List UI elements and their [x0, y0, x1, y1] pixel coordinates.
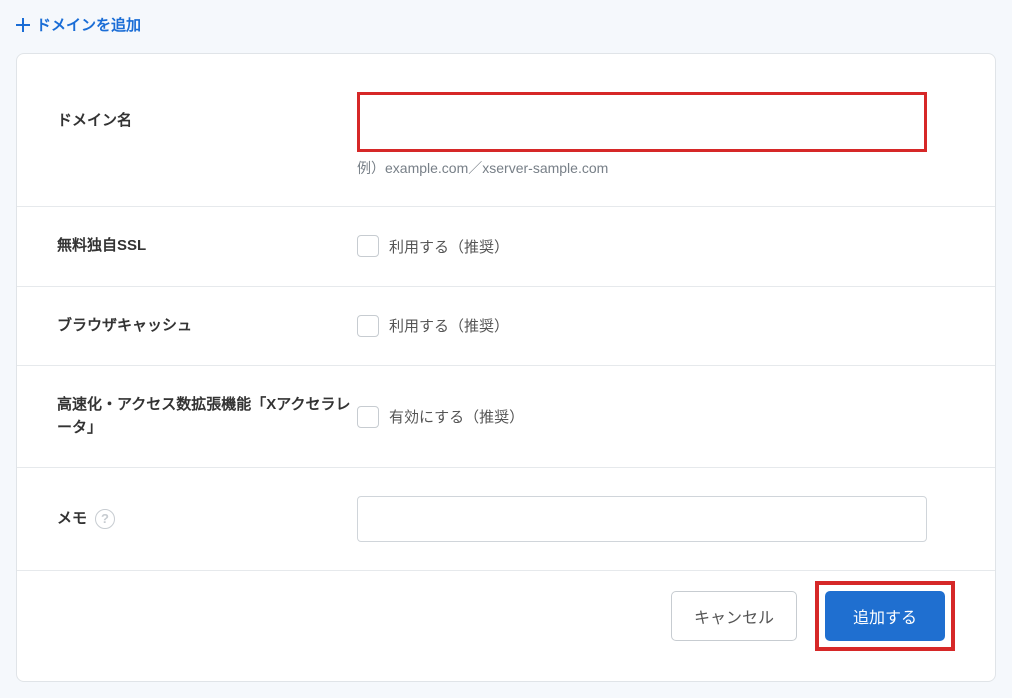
domain-row: ドメイン名 例）example.com／xserver-sample.com: [17, 64, 995, 207]
memo-row: メモ ?: [17, 468, 995, 571]
browser-cache-checkbox[interactable]: 利用する（推奨）: [357, 315, 955, 337]
button-row: キャンセル 追加する: [17, 571, 995, 651]
plus-icon: [16, 18, 30, 32]
xaccelerator-checkbox[interactable]: 有効にする（推奨）: [357, 406, 955, 428]
browser-cache-label: ブラウザキャッシュ: [57, 315, 357, 338]
add-domain-label: ドメインを追加: [36, 14, 141, 35]
help-icon[interactable]: ?: [95, 509, 115, 529]
domain-label: ドメイン名: [57, 92, 357, 133]
ssl-row: 無料独自SSL 利用する（推奨）: [17, 207, 995, 287]
xaccelerator-label: 高速化・アクセス数拡張機能「Xアクセラレータ」: [57, 394, 357, 439]
ssl-label: 無料独自SSL: [57, 235, 357, 258]
add-domain-link[interactable]: ドメインを追加: [16, 10, 141, 39]
ssl-checkbox-label: 利用する（推奨）: [389, 236, 509, 257]
cancel-button[interactable]: キャンセル: [671, 591, 797, 641]
checkbox-icon: [357, 235, 379, 257]
memo-input[interactable]: [357, 496, 927, 542]
browser-cache-checkbox-label: 利用する（推奨）: [389, 315, 509, 336]
submit-button[interactable]: 追加する: [825, 591, 945, 641]
xaccelerator-row: 高速化・アクセス数拡張機能「Xアクセラレータ」 有効にする（推奨）: [17, 366, 995, 468]
domain-hint: 例）example.com／xserver-sample.com: [357, 158, 955, 178]
checkbox-icon: [357, 315, 379, 337]
browser-cache-row: ブラウザキャッシュ 利用する（推奨）: [17, 287, 995, 367]
submit-highlight: 追加する: [815, 581, 955, 651]
xaccelerator-checkbox-label: 有効にする（推奨）: [389, 406, 524, 427]
checkbox-icon: [357, 406, 379, 428]
ssl-checkbox[interactable]: 利用する（推奨）: [357, 235, 955, 257]
domain-input[interactable]: [357, 92, 927, 152]
form-panel: ドメイン名 例）example.com／xserver-sample.com 無…: [16, 53, 996, 682]
memo-label: メモ: [57, 508, 87, 531]
